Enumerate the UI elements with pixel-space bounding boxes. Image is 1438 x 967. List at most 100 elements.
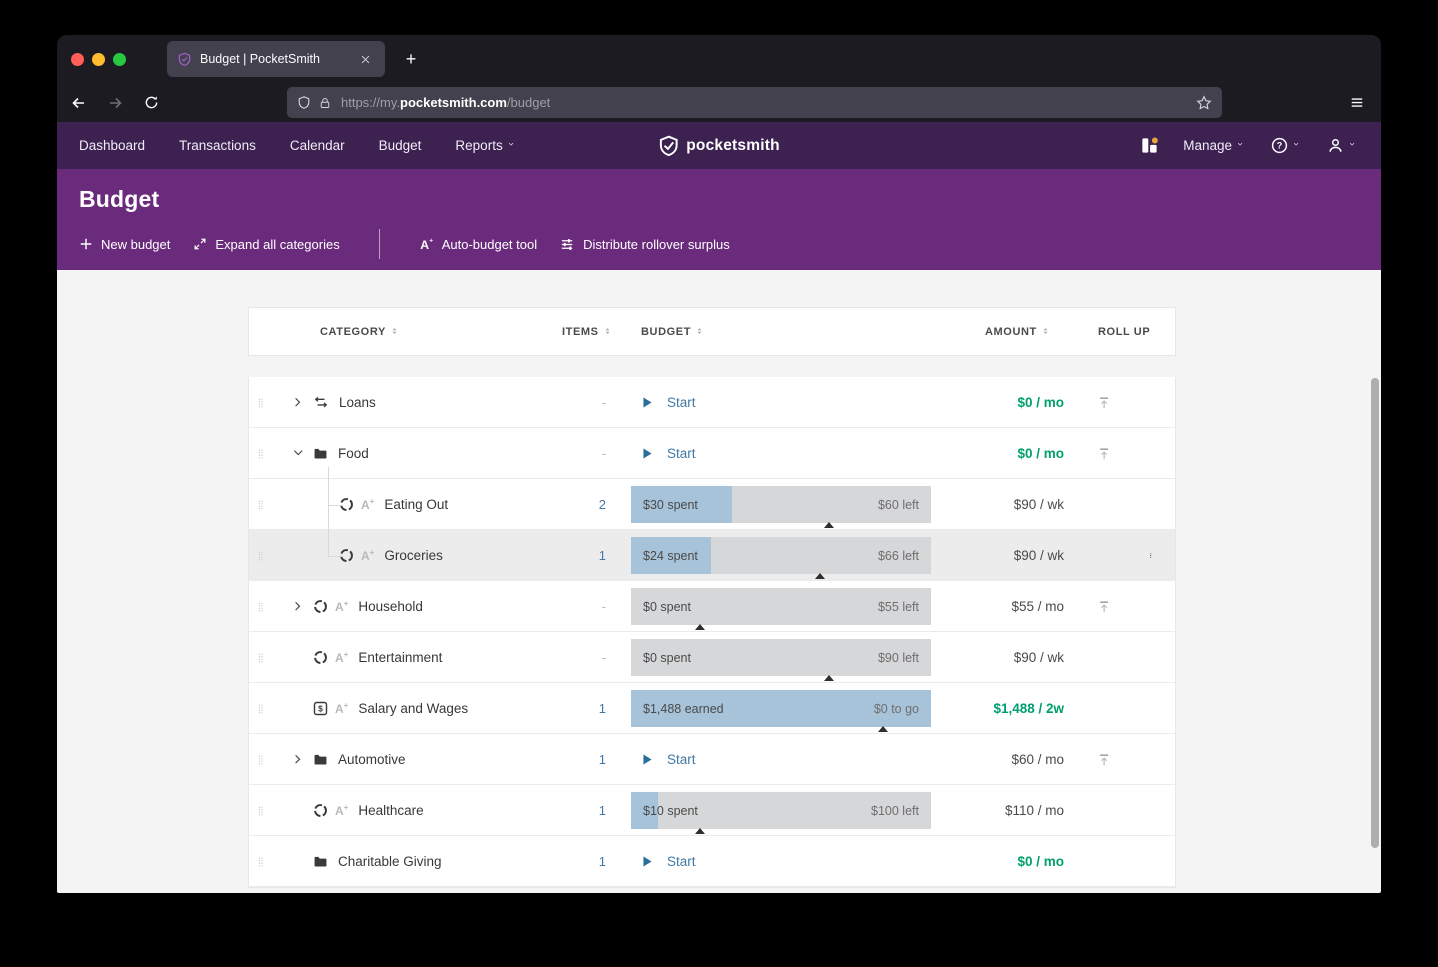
start-link[interactable]: Start xyxy=(667,395,696,410)
start-link[interactable]: Start xyxy=(667,752,696,767)
drag-handle-icon[interactable] xyxy=(255,394,269,412)
sort-icon[interactable] xyxy=(605,326,614,338)
table-row-eating-out[interactable]: A+Eating Out2$30 spent$60 left$90 / wk xyxy=(249,479,1175,530)
recurring-icon xyxy=(313,803,328,818)
collapse-chevron-icon[interactable] xyxy=(291,448,305,459)
distribute-rollover-button[interactable]: Distribute rollover surplus xyxy=(560,237,730,252)
nav-item-calendar[interactable]: Calendar xyxy=(290,138,345,153)
new-budget-button[interactable]: New budget xyxy=(79,237,170,252)
chevron-down-icon xyxy=(1293,141,1303,151)
minimize-window-button[interactable] xyxy=(92,53,105,66)
column-header-category[interactable]: CATEGORY xyxy=(320,308,401,355)
start-link[interactable]: Start xyxy=(667,446,696,461)
budget-progress-bar[interactable]: $30 spent$60 left xyxy=(631,486,931,523)
page-scrollbar[interactable] xyxy=(1370,270,1380,893)
accounts-panel-icon[interactable] xyxy=(1140,136,1159,155)
user-menu[interactable] xyxy=(1327,137,1359,154)
amount-value: $55 / mo xyxy=(914,581,1064,632)
auto-budget-badge-icon: A+ xyxy=(335,651,348,665)
budget-progress-bar[interactable]: $1,488 earned$0 to go xyxy=(631,690,931,727)
expand-chevron-icon[interactable] xyxy=(291,601,305,612)
budget-cell: $24 spent$66 left xyxy=(631,530,931,581)
budget-cell: $0 spent$90 left xyxy=(631,632,931,683)
budget-table-body: Loans-Start$0 / moFood-Start$0 / moA+Eat… xyxy=(248,377,1176,888)
column-header-budget[interactable]: BUDGET xyxy=(641,308,706,355)
new-tab-button[interactable]: + xyxy=(397,45,425,73)
close-tab-icon[interactable] xyxy=(355,49,375,69)
category-name: Healthcare xyxy=(358,803,423,818)
drag-handle-icon[interactable] xyxy=(255,649,269,667)
start-budget-control[interactable]: Start xyxy=(631,836,931,887)
table-row-salary-and-wages[interactable]: $A+Salary and Wages1$1,488 earned$0 to g… xyxy=(249,683,1175,734)
table-row-household[interactable]: A+Household-$0 spent$55 left$55 / mo xyxy=(249,581,1175,632)
drag-handle-icon[interactable] xyxy=(255,700,269,718)
browser-menu-button[interactable] xyxy=(1345,91,1369,115)
budget-progress-bar[interactable]: $0 spent$90 left xyxy=(631,639,931,676)
browser-tab[interactable]: Budget | PocketSmith xyxy=(167,41,385,77)
budget-cell: $30 spent$60 left xyxy=(631,479,931,530)
tracking-protection-icon[interactable] xyxy=(297,95,311,110)
manage-menu[interactable]: Manage xyxy=(1183,138,1247,153)
forward-button[interactable] xyxy=(101,89,129,117)
budget-progress-bar[interactable]: $0 spent$55 left xyxy=(631,588,931,625)
rollup-pin-icon[interactable] xyxy=(1089,734,1121,785)
browser-tab-bar: Budget | PocketSmith + xyxy=(57,35,1381,83)
rollup-pin-icon[interactable] xyxy=(1089,428,1121,479)
table-row-healthcare[interactable]: A+Healthcare1$10 spent$100 left$110 / mo xyxy=(249,785,1175,836)
rollup-pin-icon[interactable] xyxy=(1089,377,1121,428)
sort-icon[interactable] xyxy=(392,326,401,338)
auto-budget-badge-icon: A+ xyxy=(335,804,348,818)
budget-pace-marker-icon xyxy=(695,828,705,834)
column-header-items[interactable]: ITEMS xyxy=(562,308,614,355)
table-row-groceries[interactable]: A+Groceries1$24 spent$66 left$90 / wk xyxy=(249,530,1175,581)
table-row-charitable-giving[interactable]: Charitable Giving1Start$0 / mo xyxy=(249,836,1175,887)
nav-item-transactions[interactable]: Transactions xyxy=(179,138,256,153)
maximize-window-button[interactable] xyxy=(113,53,126,66)
drag-handle-icon[interactable] xyxy=(255,853,269,871)
start-link[interactable]: Start xyxy=(667,854,696,869)
expand-chevron-icon[interactable] xyxy=(291,754,305,765)
drag-handle-icon[interactable] xyxy=(255,445,269,463)
close-window-button[interactable] xyxy=(71,53,84,66)
bookmark-star-icon[interactable] xyxy=(1196,95,1212,111)
sort-icon[interactable] xyxy=(697,326,706,338)
budget-progress-bar[interactable]: $10 spent$100 left xyxy=(631,792,931,829)
expand-chevron-icon[interactable] xyxy=(291,397,305,408)
help-menu[interactable]: ? xyxy=(1271,137,1303,154)
scrollbar-thumb[interactable] xyxy=(1371,378,1379,848)
drag-handle-icon[interactable] xyxy=(255,547,269,565)
sort-icon[interactable] xyxy=(1043,326,1052,338)
category-name: Automotive xyxy=(338,752,406,767)
address-bar[interactable]: https://my.pocketsmith.com/budget xyxy=(287,87,1222,118)
svg-text:?: ? xyxy=(1277,141,1283,151)
start-budget-control[interactable]: Start xyxy=(631,428,931,479)
drag-handle-icon[interactable] xyxy=(255,496,269,514)
expand-all-categories-button[interactable]: Expand all categories xyxy=(193,237,339,252)
row-menu-kebab-icon[interactable] xyxy=(1142,530,1162,581)
table-row-loans[interactable]: Loans-Start$0 / mo xyxy=(249,377,1175,428)
budget-table-header: CATEGORY ITEMS BUDGET AMOUNT ROLL UP xyxy=(248,307,1176,356)
budget-progress-bar[interactable]: $24 spent$66 left xyxy=(631,537,931,574)
drag-handle-icon[interactable] xyxy=(255,751,269,769)
column-header-amount[interactable]: AMOUNT xyxy=(985,308,1052,355)
table-row-entertainment[interactable]: A+Entertainment-$0 spent$90 left$90 / wk xyxy=(249,632,1175,683)
budget-spent-label: $1,488 earned xyxy=(643,690,724,727)
nav-item-dashboard[interactable]: Dashboard xyxy=(79,138,145,153)
table-row-food[interactable]: Food-Start$0 / mo xyxy=(249,428,1175,479)
nav-item-reports[interactable]: Reports xyxy=(455,138,517,153)
amount-value: $0 / mo xyxy=(914,836,1064,887)
table-row-automotive[interactable]: Automotive1Start$60 / mo xyxy=(249,734,1175,785)
user-icon xyxy=(1327,137,1344,154)
pocketsmith-logo[interactable]: pocketsmith xyxy=(658,135,780,156)
start-budget-control[interactable]: Start xyxy=(631,377,931,428)
drag-handle-icon[interactable] xyxy=(255,598,269,616)
auto-budget-tool-button[interactable]: A+Auto-budget tool xyxy=(419,237,537,252)
drag-handle-icon[interactable] xyxy=(255,802,269,820)
row-left-group: A+ Healthcare xyxy=(249,785,424,836)
nav-item-budget[interactable]: Budget xyxy=(379,138,422,153)
refresh-button[interactable] xyxy=(137,89,165,117)
start-budget-control[interactable]: Start xyxy=(631,734,931,785)
rollup-pin-icon[interactable] xyxy=(1089,581,1121,632)
lock-icon[interactable] xyxy=(319,96,331,110)
back-button[interactable] xyxy=(65,89,93,117)
